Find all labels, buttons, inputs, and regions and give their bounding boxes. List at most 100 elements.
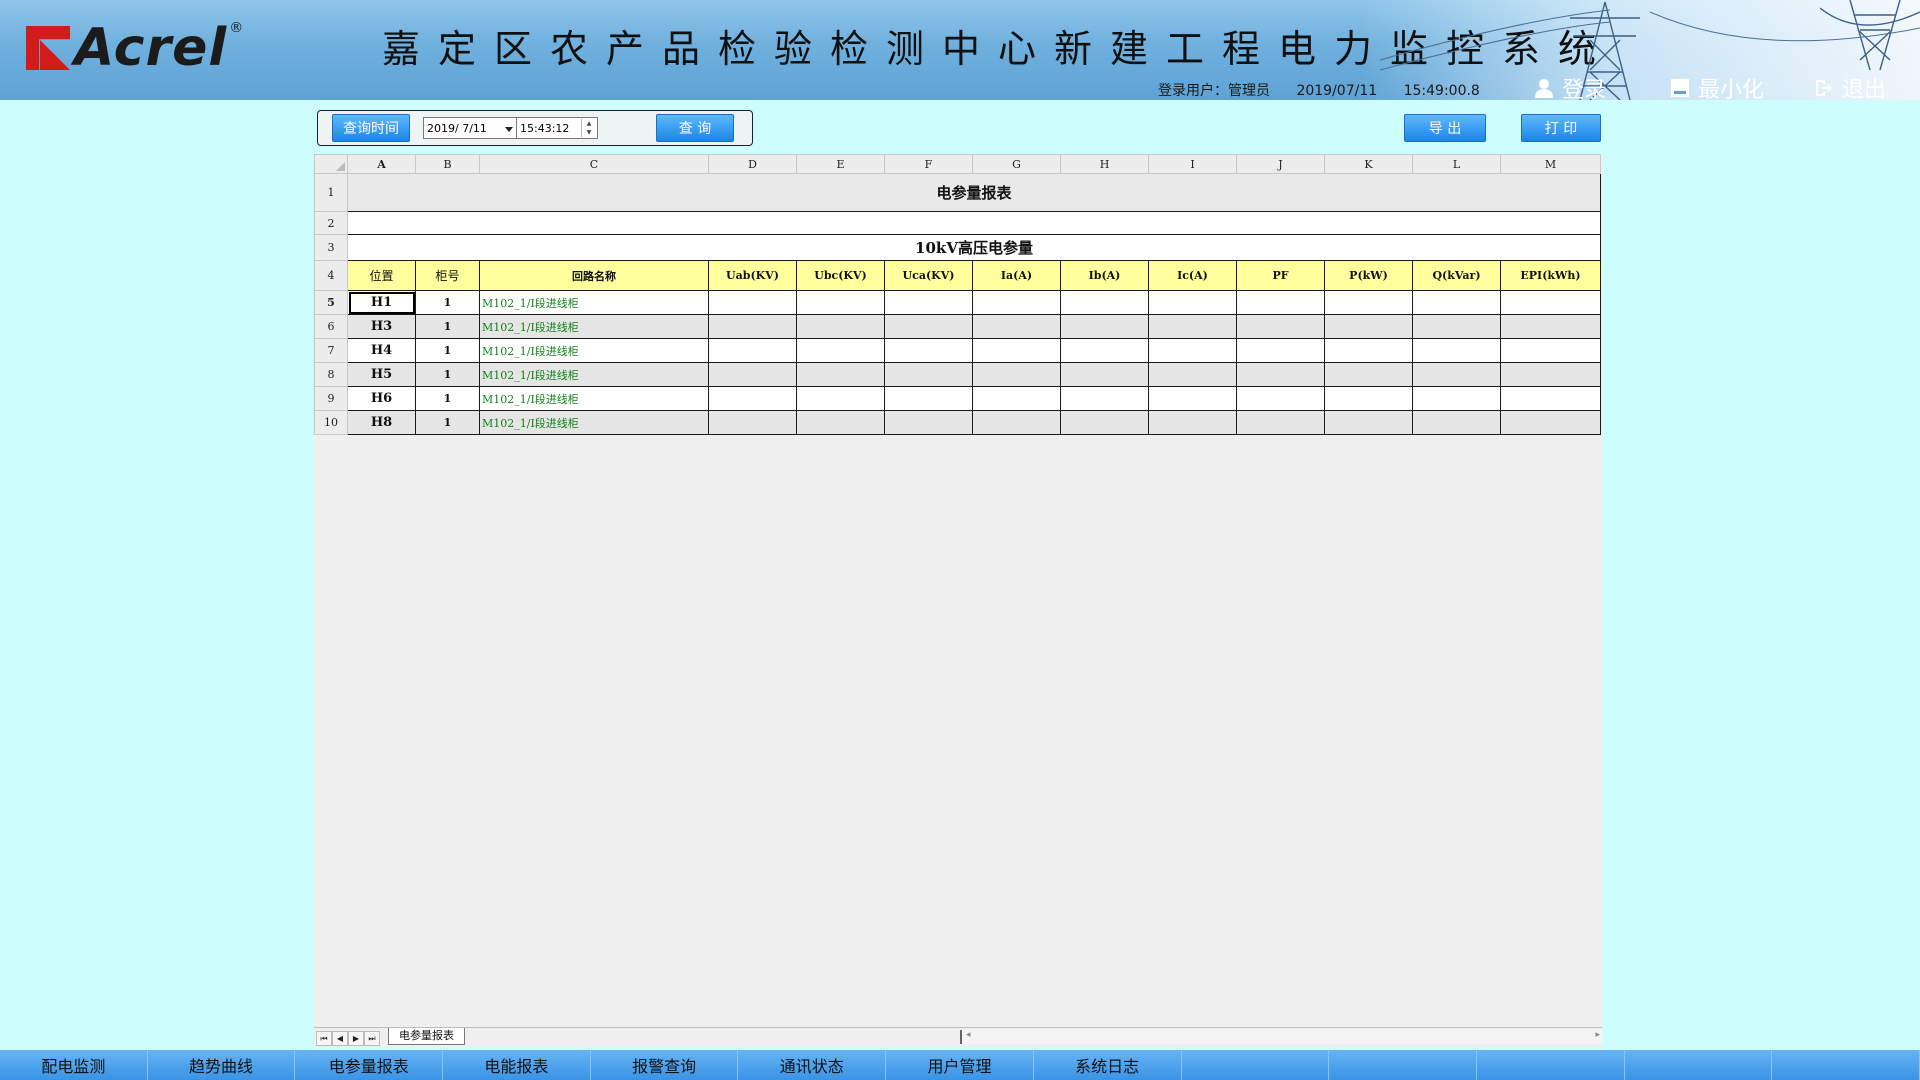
row-header[interactable]: 4: [314, 260, 348, 291]
row-header[interactable]: 6: [314, 314, 348, 339]
value-cell[interactable]: [1236, 290, 1325, 315]
nav-item[interactable]: 系统日志: [1033, 1050, 1182, 1080]
value-cell[interactable]: [1412, 362, 1501, 387]
value-cell[interactable]: [796, 290, 885, 315]
time-spinner[interactable]: ▲ ▼: [581, 119, 596, 137]
prev-sheet-icon[interactable]: ◀: [332, 1031, 348, 1046]
value-cell[interactable]: [1236, 386, 1325, 411]
cabinet-number-cell[interactable]: 1: [415, 314, 480, 339]
value-cell[interactable]: [972, 410, 1061, 435]
nav-item[interactable]: [1181, 1050, 1330, 1080]
value-cell[interactable]: [708, 338, 797, 363]
value-cell[interactable]: [1236, 338, 1325, 363]
value-cell[interactable]: [1060, 290, 1149, 315]
circuit-name-cell[interactable]: M102_1/I段进线柜: [479, 314, 709, 339]
value-cell[interactable]: [796, 410, 885, 435]
value-cell[interactable]: [1060, 314, 1149, 339]
value-cell[interactable]: [1148, 386, 1237, 411]
value-cell[interactable]: [1236, 410, 1325, 435]
position-cell[interactable]: H1: [347, 290, 416, 315]
exit-button[interactable]: 退出: [1814, 72, 1886, 100]
value-cell[interactable]: [1324, 362, 1413, 387]
column-header[interactable]: B: [415, 154, 480, 174]
value-cell[interactable]: [708, 290, 797, 315]
value-cell[interactable]: [1324, 290, 1413, 315]
cabinet-number-cell[interactable]: 1: [415, 290, 480, 315]
nav-item[interactable]: 电参量报表: [295, 1050, 444, 1080]
value-cell[interactable]: [1148, 410, 1237, 435]
value-cell[interactable]: [884, 338, 973, 363]
value-cell[interactable]: [1500, 362, 1601, 387]
horizontal-scrollbar[interactable]: ◂ ▸: [960, 1030, 1602, 1044]
value-cell[interactable]: [1060, 410, 1149, 435]
nav-item[interactable]: [1624, 1050, 1773, 1080]
row-header[interactable]: 9: [314, 386, 348, 411]
value-cell[interactable]: [1500, 338, 1601, 363]
nav-item[interactable]: [1329, 1050, 1477, 1080]
position-cell[interactable]: H8: [347, 410, 416, 435]
column-header[interactable]: J: [1236, 154, 1325, 174]
blank-row-cell[interactable]: [347, 211, 1601, 235]
spin-up-icon[interactable]: ▲: [582, 119, 596, 128]
nav-item[interactable]: [1476, 1050, 1625, 1080]
minimize-button[interactable]: 最小化: [1670, 72, 1764, 100]
spin-down-icon[interactable]: ▼: [582, 128, 596, 137]
cabinet-number-cell[interactable]: 1: [415, 410, 480, 435]
value-cell[interactable]: [796, 362, 885, 387]
value-cell[interactable]: [708, 386, 797, 411]
circuit-name-cell[interactable]: M102_1/I段进线柜: [479, 410, 709, 435]
row-header[interactable]: 3: [314, 234, 348, 261]
value-cell[interactable]: [972, 314, 1061, 339]
column-header[interactable]: K: [1324, 154, 1413, 174]
nav-item[interactable]: 配电监测: [0, 1050, 148, 1080]
value-cell[interactable]: [1500, 386, 1601, 411]
login-button[interactable]: 登录: [1534, 72, 1606, 100]
value-cell[interactable]: [884, 386, 973, 411]
export-button[interactable]: 导 出: [1404, 114, 1486, 142]
value-cell[interactable]: [972, 338, 1061, 363]
query-button[interactable]: 查 询: [656, 114, 734, 142]
column-header[interactable]: D: [708, 154, 797, 174]
value-cell[interactable]: [1324, 338, 1413, 363]
value-cell[interactable]: [1148, 338, 1237, 363]
value-cell[interactable]: [1324, 410, 1413, 435]
column-header[interactable]: L: [1412, 154, 1501, 174]
position-cell[interactable]: H6: [347, 386, 416, 411]
cabinet-number-cell[interactable]: 1: [415, 362, 480, 387]
row-header[interactable]: 8: [314, 362, 348, 387]
dropdown-arrow-icon[interactable]: [505, 127, 513, 132]
value-cell[interactable]: [1236, 314, 1325, 339]
nav-item[interactable]: 用户管理: [886, 1050, 1034, 1080]
row-header[interactable]: 7: [314, 338, 348, 363]
scroll-right-icon[interactable]: ▸: [1595, 1030, 1600, 1040]
column-header[interactable]: A: [347, 154, 416, 174]
value-cell[interactable]: [1412, 338, 1501, 363]
value-cell[interactable]: [1060, 362, 1149, 387]
row-header[interactable]: 10: [314, 410, 348, 435]
value-cell[interactable]: [1500, 410, 1601, 435]
circuit-name-cell[interactable]: M102_1/I段进线柜: [479, 338, 709, 363]
select-all-corner[interactable]: [314, 154, 348, 174]
value-cell[interactable]: [796, 338, 885, 363]
column-header[interactable]: C: [479, 154, 709, 174]
position-cell[interactable]: H3: [347, 314, 416, 339]
value-cell[interactable]: [1500, 314, 1601, 339]
column-header[interactable]: H: [1060, 154, 1149, 174]
row-header[interactable]: 2: [314, 211, 348, 235]
value-cell[interactable]: [972, 290, 1061, 315]
row-header[interactable]: 1: [314, 173, 348, 212]
value-cell[interactable]: [1236, 362, 1325, 387]
sheet-tab[interactable]: 电参量报表: [388, 1028, 465, 1045]
next-sheet-icon[interactable]: ▶: [348, 1031, 364, 1046]
time-input[interactable]: 15:43:12 ▲ ▼: [516, 117, 598, 139]
last-sheet-icon[interactable]: ⏭: [364, 1031, 380, 1046]
circuit-name-cell[interactable]: M102_1/I段进线柜: [479, 290, 709, 315]
nav-item[interactable]: [1772, 1050, 1920, 1080]
value-cell[interactable]: [796, 314, 885, 339]
value-cell[interactable]: [708, 362, 797, 387]
value-cell[interactable]: [1060, 338, 1149, 363]
value-cell[interactable]: [1500, 290, 1601, 315]
column-header[interactable]: M: [1500, 154, 1601, 174]
column-header[interactable]: G: [972, 154, 1061, 174]
value-cell[interactable]: [708, 410, 797, 435]
